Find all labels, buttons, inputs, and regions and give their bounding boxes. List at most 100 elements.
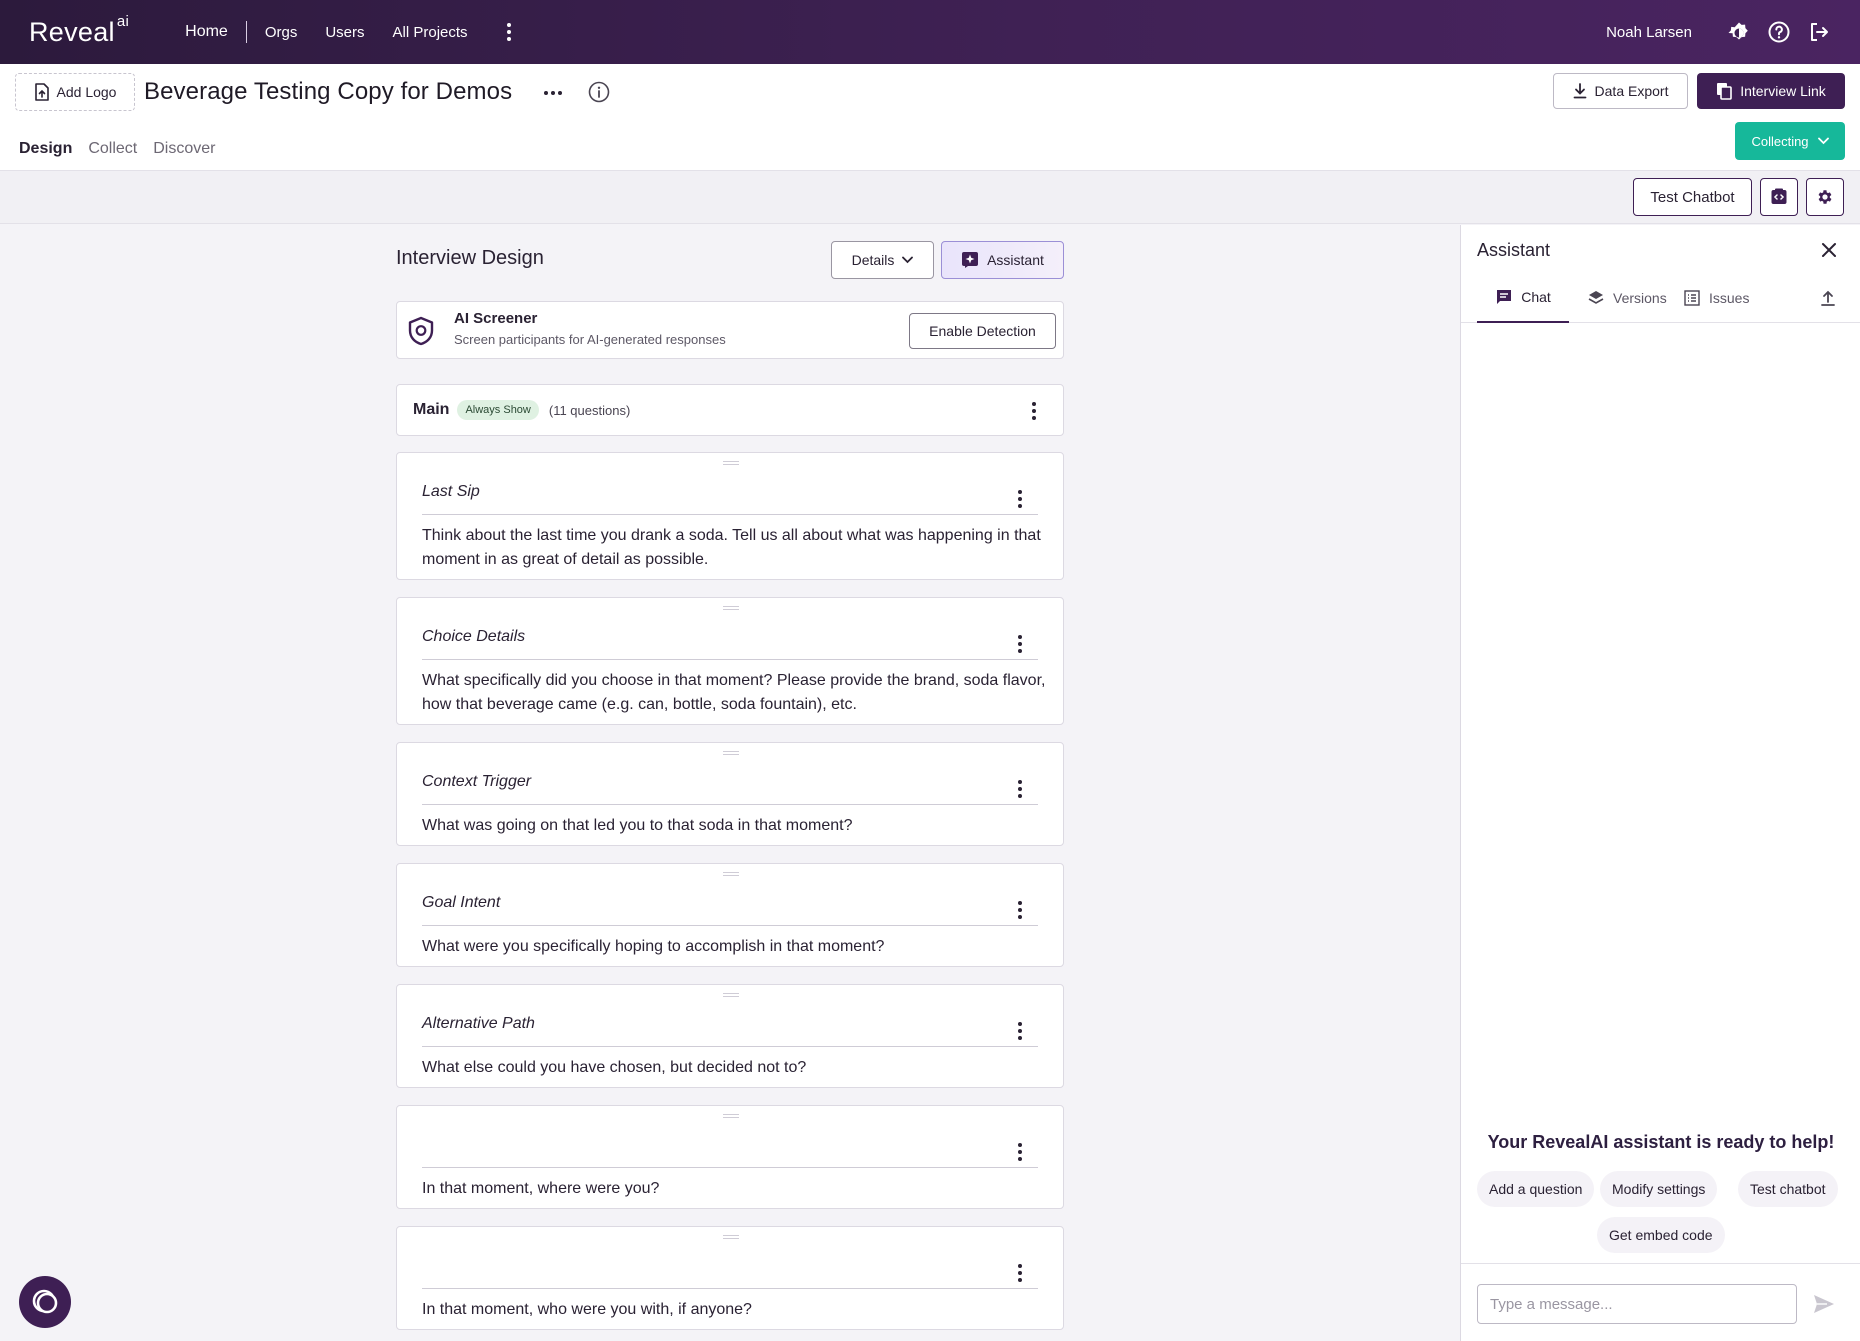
question-card[interactable]: In that moment, who were you with, if an… <box>396 1226 1064 1330</box>
tab-issues-label: Issues <box>1709 290 1750 306</box>
project-tabs: Design Collect Discover <box>19 140 215 158</box>
data-export-button[interactable]: Data Export <box>1553 73 1688 109</box>
app-logo[interactable]: Reveal ai <box>29 13 129 48</box>
question-title: Goal Intent <box>422 894 501 911</box>
section-header-main[interactable]: Main Always Show (11 questions) <box>396 384 1064 436</box>
question-text: Think about the last time you drank a so… <box>422 527 1041 568</box>
logout-icon[interactable] <box>1806 19 1832 45</box>
question-menu-icon[interactable] <box>1017 1263 1033 1283</box>
question-card[interactable]: Context Trigger What was going on that l… <box>396 742 1064 846</box>
message-input[interactable] <box>1477 1284 1797 1324</box>
suggestion-test-chatbot[interactable]: Test chatbot <box>1738 1171 1838 1207</box>
question-menu-icon[interactable] <box>1017 779 1033 799</box>
question-menu-icon[interactable] <box>1017 1142 1033 1162</box>
question-text: In that moment, who were you with, if an… <box>422 1301 752 1318</box>
close-icon[interactable] <box>1817 238 1841 262</box>
question-text: What was going on that led you to that s… <box>422 817 853 834</box>
suggestion-modify-settings[interactable]: Modify settings <box>1600 1171 1718 1207</box>
suggestion-get-embed-code[interactable]: Get embed code <box>1597 1217 1725 1253</box>
export-chat-button[interactable] <box>1819 273 1837 323</box>
theme-toggle-icon[interactable] <box>1726 19 1752 45</box>
interview-link-button[interactable]: Interview Link <box>1697 73 1845 109</box>
enable-detection-button[interactable]: Enable Detection <box>909 313 1056 349</box>
chat-bubble-icon <box>32 1289 58 1314</box>
status-dropdown[interactable]: Collecting <box>1735 122 1845 160</box>
nav-users[interactable]: Users <box>311 24 378 41</box>
drag-handle-icon[interactable] <box>723 751 739 755</box>
assistant-ready-message: Your RevealAI assistant is ready to help… <box>1487 1132 1835 1152</box>
question-card[interactable]: In that moment, where were you? <box>396 1105 1064 1209</box>
logo-sup: ai <box>116 12 130 30</box>
help-icon[interactable] <box>1766 19 1792 45</box>
info-icon[interactable] <box>588 81 610 103</box>
nav-all-projects[interactable]: All Projects <box>379 24 482 41</box>
add-logo-label: Add Logo <box>56 84 117 100</box>
divider <box>422 514 1038 515</box>
question-menu-icon[interactable] <box>1017 1021 1033 1041</box>
drag-handle-icon[interactable] <box>723 606 739 610</box>
divider <box>422 659 1038 660</box>
question-text: In that moment, where were you? <box>422 1180 660 1197</box>
divider <box>422 1046 1038 1047</box>
nav-home[interactable]: Home <box>171 23 242 41</box>
status-label: Collecting <box>1751 133 1809 149</box>
question-text: What were you specifically hoping to acc… <box>422 938 885 955</box>
layers-icon <box>1588 291 1604 304</box>
drag-handle-icon[interactable] <box>723 993 739 997</box>
question-card[interactable]: Goal Intent What were you specifically h… <box>396 863 1064 967</box>
question-title: Last Sip <box>422 483 480 500</box>
embed-code-button[interactable] <box>1760 178 1798 216</box>
chevron-down-icon <box>902 256 914 264</box>
project-header: Add Logo Beverage Testing Copy for Demos… <box>0 64 1860 171</box>
always-show-badge: Always Show <box>457 400 539 420</box>
user-area: Noah Larsen <box>1606 19 1832 45</box>
user-name[interactable]: Noah Larsen <box>1606 24 1692 41</box>
project-more-icon[interactable] <box>542 82 564 104</box>
drag-handle-icon[interactable] <box>723 1235 739 1239</box>
gear-icon <box>1818 190 1832 204</box>
test-chatbot-label: Test Chatbot <box>1650 188 1735 206</box>
tab-versions[interactable]: Versions <box>1587 273 1667 323</box>
nav-orgs[interactable]: Orgs <box>251 24 312 41</box>
nav-more-icon[interactable] <box>498 22 520 42</box>
design-toolbar: Test Chatbot <box>0 171 1860 224</box>
settings-button[interactable] <box>1806 178 1844 216</box>
send-icon[interactable] <box>1811 1291 1837 1317</box>
question-card[interactable]: Last Sip Think about the last time you d… <box>396 452 1064 580</box>
assistant-button[interactable]: Assistant <box>941 241 1064 279</box>
tab-issues[interactable]: Issues <box>1683 273 1749 323</box>
question-card[interactable]: Choice Details What specifically did you… <box>396 597 1064 725</box>
section-menu-icon[interactable] <box>1031 401 1047 421</box>
assistant-panel: Assistant Chat Versions Issues Your Reve… <box>1460 225 1860 1341</box>
logo-text: Reveal <box>29 16 115 47</box>
sparkle-icon <box>962 252 979 268</box>
support-chat-button[interactable] <box>19 1276 71 1328</box>
drag-handle-icon[interactable] <box>723 461 739 465</box>
drag-handle-icon[interactable] <box>723 872 739 876</box>
question-menu-icon[interactable] <box>1017 489 1033 509</box>
suggestion-add-question[interactable]: Add a question <box>1477 1171 1595 1207</box>
tab-design[interactable]: Design <box>19 140 72 158</box>
data-export-label: Data Export <box>1594 83 1669 99</box>
interview-link-label: Interview Link <box>1740 83 1826 99</box>
drag-handle-icon[interactable] <box>723 1114 739 1118</box>
question-text: What specifically did you choose in that… <box>422 672 1046 713</box>
section-name: Main <box>413 401 450 418</box>
test-chatbot-button[interactable]: Test Chatbot <box>1633 178 1752 216</box>
chevron-down-icon <box>1817 137 1829 145</box>
message-composer <box>1461 1263 1860 1341</box>
tab-chat[interactable]: Chat <box>1477 273 1569 323</box>
tab-discover[interactable]: Discover <box>153 140 215 158</box>
design-title: Interview Design <box>396 247 544 269</box>
details-label: Details <box>851 252 895 268</box>
add-logo-button[interactable]: Add Logo <box>15 73 135 111</box>
file-upload-icon <box>34 83 49 101</box>
assistant-label: Assistant <box>987 252 1044 268</box>
tab-collect[interactable]: Collect <box>88 140 137 158</box>
ai-screener-card: AI Screener Screen participants for AI-g… <box>396 301 1064 359</box>
list-icon <box>1684 290 1700 306</box>
question-menu-icon[interactable] <box>1017 634 1033 654</box>
question-menu-icon[interactable] <box>1017 900 1033 920</box>
details-dropdown[interactable]: Details <box>831 241 934 279</box>
question-card[interactable]: Alternative Path What else could you hav… <box>396 984 1064 1088</box>
